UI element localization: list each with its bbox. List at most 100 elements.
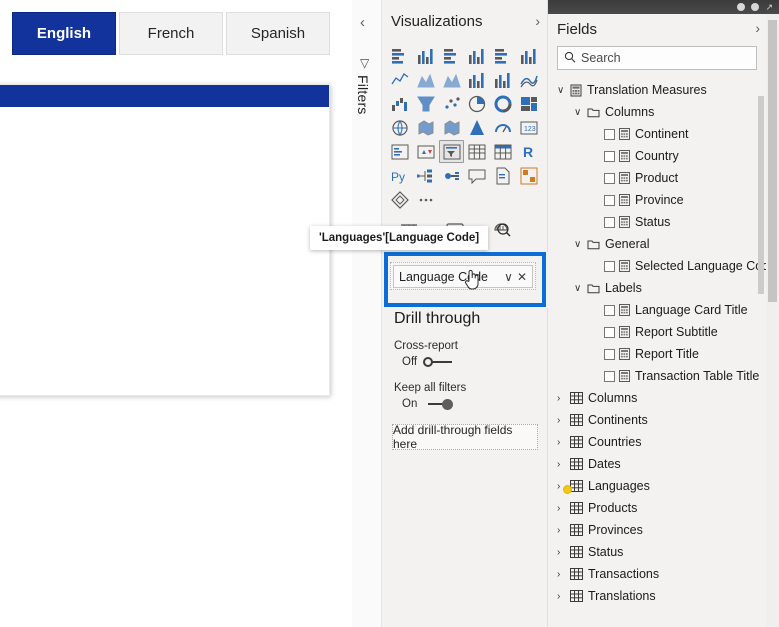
funnel-chart-icon[interactable] — [414, 92, 439, 115]
chevron-right-icon[interactable]: › — [557, 393, 570, 404]
chevron-right-icon[interactable]: › — [557, 547, 570, 558]
fields-tree-item-country[interactable]: · Country — [557, 145, 779, 167]
stacked-area-chart-icon[interactable] — [439, 68, 464, 91]
key-influencers-icon[interactable] — [439, 164, 464, 187]
ellipsis-icon[interactable] — [414, 188, 439, 211]
100-stacked-bar-chart-icon[interactable] — [491, 44, 516, 67]
window-scrollbar[interactable] — [766, 14, 779, 627]
cross-report-toggle[interactable] — [423, 356, 453, 368]
table-icon[interactable] — [465, 140, 490, 163]
chevron-right-icon[interactable]: › — [557, 503, 570, 514]
power-apps-icon[interactable] — [516, 164, 541, 187]
fields-tree-item-continents[interactable]: › Continents — [557, 409, 779, 431]
donut-chart-icon[interactable] — [491, 92, 516, 115]
slicer-icon[interactable] — [439, 140, 464, 163]
stacked-column-chart-icon[interactable] — [414, 44, 439, 67]
chevron-down-icon[interactable]: ∨ — [574, 107, 587, 118]
fields-tree-item-province[interactable]: · Province — [557, 189, 779, 211]
share-arrow-icon[interactable]: ↗ — [765, 2, 773, 13]
filters-pane-collapsed[interactable]: ‹ ▽ Filters — [352, 0, 382, 627]
fields-tree-item-products[interactable]: › Products — [557, 497, 779, 519]
map-icon[interactable] — [388, 116, 413, 139]
fields-tree-scroll-thumb[interactable] — [758, 96, 764, 294]
shape-map-icon[interactable] — [439, 116, 464, 139]
chevron-down-icon[interactable]: ∨ — [574, 239, 587, 250]
kpi-icon[interactable] — [414, 140, 439, 163]
fields-tree-item-product[interactable]: · Product — [557, 167, 779, 189]
pie-chart-icon[interactable] — [465, 92, 490, 115]
chevron-right-icon[interactable]: › — [557, 591, 570, 602]
fields-tree-item-columns[interactable]: ∨ Columns — [557, 101, 779, 123]
fields-tree-item-status[interactable]: · Status — [557, 211, 779, 233]
multi-row-card-icon[interactable] — [388, 140, 413, 163]
chevron-right-icon[interactable]: › — [557, 437, 570, 448]
100-stacked-column-chart-icon[interactable] — [516, 44, 541, 67]
collapse-chevron-icon[interactable]: ‹ — [360, 14, 365, 31]
fields-expand-chevron-icon[interactable]: › — [755, 20, 760, 36]
field-checkbox[interactable] — [604, 260, 615, 272]
field-checkbox[interactable] — [604, 370, 615, 382]
fields-tree-item-countries[interactable]: › Countries — [557, 431, 779, 453]
fields-tree-item-translation-measures[interactable]: ∨ Translation Measures — [557, 79, 779, 101]
analytics-magnifier-icon[interactable] — [488, 217, 514, 239]
slicer-button-english[interactable]: English — [12, 12, 116, 55]
clustered-bar-chart-icon[interactable] — [439, 44, 464, 67]
field-checkbox[interactable] — [604, 348, 615, 360]
card-icon[interactable]: 123 — [516, 116, 541, 139]
keep-all-filters-toggle-row[interactable]: On — [402, 398, 540, 410]
gauge-icon[interactable] — [491, 116, 516, 139]
chevron-down-icon[interactable]: ∨ — [574, 283, 587, 294]
chevron-down-icon[interactable]: ∨ — [504, 270, 513, 284]
r-script-visual-icon[interactable]: R — [516, 140, 541, 163]
python-visual-icon[interactable]: Py — [388, 164, 413, 187]
info-circle-icon[interactable] — [751, 3, 760, 11]
cross-report-toggle-row[interactable]: Off — [402, 356, 540, 368]
fields-tree-item-language-card-title[interactable]: · Language Card Title — [557, 299, 779, 321]
slicer-button-french[interactable]: French — [119, 12, 223, 55]
fields-tree-item-labels[interactable]: ∨ Labels — [557, 277, 779, 299]
field-checkbox[interactable] — [604, 304, 615, 316]
smart-narrative-icon[interactable] — [465, 164, 490, 187]
chevron-right-icon[interactable]: › — [557, 415, 570, 426]
remove-field-icon[interactable]: ✕ — [517, 270, 527, 284]
chevron-right-icon[interactable]: › — [557, 525, 570, 536]
slicer-button-spanish[interactable]: Spanish — [226, 12, 330, 55]
stacked-bar-chart-icon[interactable] — [388, 44, 413, 67]
clustered-column-chart-icon[interactable] — [465, 44, 490, 67]
fields-tree-item-translations[interactable]: › Translations — [557, 585, 779, 607]
chevron-right-icon[interactable]: › — [557, 569, 570, 580]
fields-tree-item-report-title[interactable]: · Report Title — [557, 343, 779, 365]
decomposition-tree-icon[interactable] — [414, 164, 439, 187]
keep-all-filters-toggle[interactable] — [423, 398, 454, 410]
fields-tree-item-columns[interactable]: › Columns — [557, 387, 779, 409]
field-checkbox[interactable] — [604, 150, 615, 162]
fields-tree-item-status[interactable]: › Status — [557, 541, 779, 563]
window-scroll-thumb[interactable] — [768, 20, 777, 302]
language-card-visual[interactable] — [0, 84, 330, 396]
matrix-icon[interactable] — [491, 140, 516, 163]
paginated-report-icon[interactable] — [491, 164, 516, 187]
scatter-chart-icon[interactable] — [439, 92, 464, 115]
fields-tree-item-report-subtitle[interactable]: · Report Subtitle — [557, 321, 779, 343]
field-checkbox[interactable] — [604, 128, 615, 140]
field-checkbox[interactable] — [604, 216, 615, 228]
ribbon-chart-icon[interactable] — [516, 68, 541, 91]
more-visuals-icon[interactable] — [388, 188, 413, 211]
chevron-down-icon[interactable]: ∨ — [557, 85, 570, 96]
drill-through-dropzone[interactable]: Add drill-through fields here — [392, 423, 538, 451]
line-stacked-column-chart-icon[interactable] — [465, 68, 490, 91]
field-pill-language-code[interactable]: Language Code ∨ ✕ — [393, 265, 533, 288]
area-chart-icon[interactable] — [414, 68, 439, 91]
fields-tree-item-general[interactable]: ∨ General — [557, 233, 779, 255]
fields-search-box[interactable]: Search — [557, 46, 757, 70]
fields-tree-item-provinces[interactable]: › Provinces — [557, 519, 779, 541]
treemap-icon[interactable] — [516, 92, 541, 115]
fields-tree-scrollbar[interactable] — [758, 96, 766, 396]
fields-tree-item-continent[interactable]: · Continent — [557, 123, 779, 145]
fields-tree-item-transaction-table-title[interactable]: · Transaction Table Title — [557, 365, 779, 387]
expand-chevron-icon[interactable]: › — [535, 13, 540, 29]
waterfall-chart-icon[interactable] — [388, 92, 413, 115]
field-checkbox[interactable] — [604, 194, 615, 206]
fields-tree-item-selected-language-code[interactable]: · Selected Language Code — [557, 255, 779, 277]
line-chart-icon[interactable] — [388, 68, 413, 91]
